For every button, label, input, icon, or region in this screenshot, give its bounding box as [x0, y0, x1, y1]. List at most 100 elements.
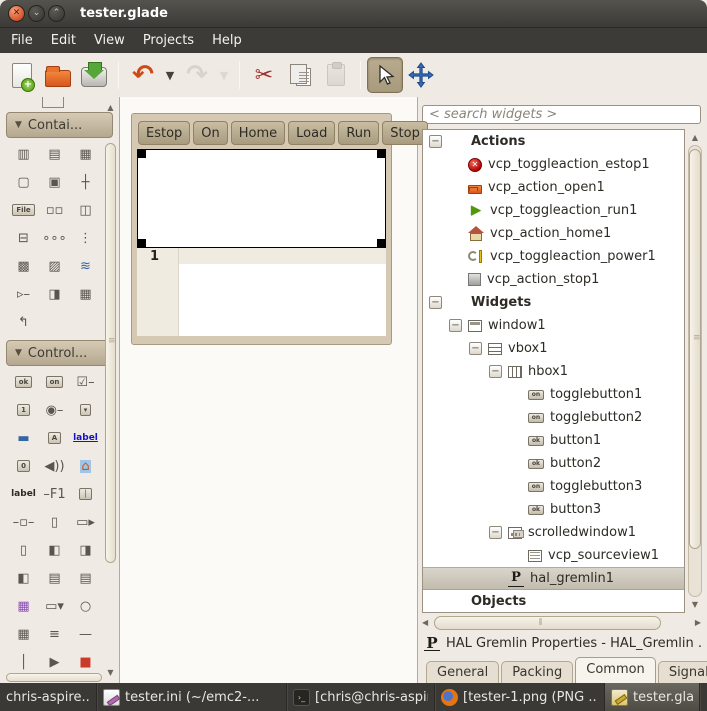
palette-item-hbutton-box[interactable]: ▫▫ [39, 196, 70, 224]
palette-item-notebook[interactable]: ▦ [70, 280, 101, 308]
palette-item-frame[interactable]: ▢ [8, 168, 39, 196]
palette-item-layout[interactable]: ▨ [39, 252, 70, 280]
palette-item-vbox[interactable]: ▤ [39, 140, 70, 168]
hal-gremlin-widget[interactable] [137, 149, 386, 248]
tree-row-togglebutton1[interactable]: ontogglebutton1 [423, 383, 684, 406]
scroll-up-icon[interactable]: ▲ [687, 133, 703, 142]
menu-projects[interactable]: Projects [134, 30, 203, 51]
tab-signals[interactable]: Signals [658, 661, 707, 683]
palette-section-containers[interactable]: ▼Contai... [6, 112, 113, 138]
menu-help[interactable]: Help [203, 30, 251, 51]
tree-row-widgets[interactable]: −Widgets [423, 291, 684, 314]
palette-item-hpaned[interactable]: ◫ [70, 196, 101, 224]
palette-item-text-entry[interactable]: │ [70, 480, 101, 508]
palette-item-table[interactable]: ▦ [70, 140, 101, 168]
palette-item-hline[interactable]: — [70, 620, 101, 648]
palette-item-text-view[interactable]: ▤ [39, 564, 70, 592]
palette-item-offset[interactable]: ↰ [8, 308, 39, 336]
palette-item-accel-label[interactable]: –F1 [39, 480, 70, 508]
taskbar-item-4[interactable]: [tester-1.png (PNG ... [435, 683, 605, 711]
close-window-icon[interactable]: ✕ [8, 5, 25, 22]
palette-item-icon-view[interactable]: ▦ [8, 592, 39, 620]
scrollbar-thumb[interactable] [105, 143, 116, 563]
scrollbar-thumb[interactable] [689, 149, 701, 549]
tree-row-button3[interactable]: okbutton3 [423, 498, 684, 521]
menu-edit[interactable]: Edit [42, 30, 85, 51]
palette-section-controls[interactable]: ▼Control... [6, 340, 113, 366]
palette-hscrollbar-thumb[interactable] [6, 673, 102, 682]
tree-row-vbox1[interactable]: −vbox1 [423, 337, 684, 360]
palette-item-drawing-area[interactable]: ■ [70, 648, 101, 676]
cut-button[interactable]: ✂ [246, 57, 282, 93]
palette-item-hseparator[interactable]: ○ [70, 592, 101, 620]
expander-icon[interactable]: − [449, 319, 462, 332]
paste-button[interactable] [318, 57, 354, 93]
tree-row-vcp-action-open1[interactable]: vcp_action_open1 [423, 176, 684, 199]
expander-icon[interactable]: − [429, 135, 442, 148]
tab-common[interactable]: Common [575, 657, 656, 683]
palette-item-arrow[interactable]: ▶ [39, 648, 70, 676]
taskbar-item-3[interactable]: ›_[chris@chris-aspire... [287, 683, 435, 711]
palette-item-fixed[interactable]: ┼ [70, 168, 101, 196]
design-button-estop[interactable]: Estop [138, 121, 190, 145]
design-button-on[interactable]: On [193, 121, 227, 145]
palette-item-progress-bar[interactable]: ◧ [39, 536, 70, 564]
new-button[interactable] [4, 57, 40, 93]
tree-row-vcp-toggleaction-estop1[interactable]: ✕vcp_toggleaction_estop1 [423, 153, 684, 176]
palette-item-combo-box[interactable]: ▾ [70, 396, 101, 424]
palette-item-vscale[interactable]: ▯ [39, 508, 70, 536]
palette-item-entry[interactable]: ▬ [8, 424, 39, 452]
scroll-right-icon[interactable]: ▶ [695, 618, 701, 627]
palette-item-viewport[interactable]: ◨ [39, 280, 70, 308]
tree-row-vcp-action-stop1[interactable]: vcp_action_stop1 [423, 268, 684, 291]
palette-item-alignment[interactable]: ▣ [39, 168, 70, 196]
palette-item-text-view-2[interactable]: ▤ [70, 564, 101, 592]
palette-item-toolbar[interactable]: ▩ [8, 252, 39, 280]
selection-handle[interactable] [377, 239, 385, 247]
palette-item-hscale[interactable]: –▫– [8, 508, 39, 536]
palette-item-statusbar[interactable]: ◧ [8, 564, 39, 592]
palette-item-button[interactable]: ok [8, 368, 39, 396]
design-button-run[interactable]: Run [338, 121, 379, 145]
select-button[interactable] [367, 57, 403, 93]
selection-handle[interactable] [138, 239, 146, 247]
redo-button[interactable]: ↷ [179, 57, 215, 93]
drag-resize-button[interactable] [403, 57, 439, 93]
palette-item-radio-button[interactable]: ◉– [39, 396, 70, 424]
palette-item-font-button[interactable]: A [39, 424, 70, 452]
palette-item-toggle-button[interactable]: on [39, 368, 70, 396]
scroll-down-icon[interactable]: ▼ [104, 668, 117, 677]
palette-item-hscrollbar[interactable]: ▭▸ [70, 508, 101, 536]
tree-row-togglebutton2[interactable]: ontogglebutton2 [423, 406, 684, 429]
palette-item-text-buffer[interactable]: ≋ [70, 252, 101, 280]
palette-item-vseparator-menu[interactable]: ⋮ [70, 224, 101, 252]
tree-row-hal-gremlin1[interactable]: Phal_gremlin1 [423, 567, 684, 590]
palette-item-calendar[interactable]: ▦ [8, 620, 39, 648]
tree-row-scrolledwindow1[interactable]: −scrolledwindow1 [423, 521, 684, 544]
tree-row-objects[interactable]: Objects [423, 590, 684, 613]
save-button[interactable] [76, 57, 112, 93]
design-canvas[interactable]: EstopOnHomeLoadRunStop 1 [120, 97, 418, 683]
expander-icon[interactable]: − [489, 365, 502, 378]
taskbar-item-5[interactable]: tester.gla... [605, 683, 700, 711]
palette-item-link-button[interactable]: label [70, 424, 101, 452]
design-button-load[interactable]: Load [288, 121, 335, 145]
expander-icon[interactable]: − [429, 296, 442, 309]
palette-item-tree-view[interactable]: ≡ [39, 620, 70, 648]
tree-row-button2[interactable]: okbutton2 [423, 452, 684, 475]
vertical-scrollbar[interactable]: ▲ ▼ [687, 129, 703, 613]
maximize-window-icon[interactable]: ⌃ [48, 5, 65, 22]
tab-general[interactable]: General [426, 661, 499, 683]
scroll-left-icon[interactable]: ◀ [422, 618, 428, 627]
palette-item-check-button[interactable]: ☑– [70, 368, 101, 396]
open-button[interactable] [40, 57, 76, 93]
palette-item-vpaned[interactable]: ⊟ [8, 224, 39, 252]
designed-window-preview[interactable]: EstopOnHomeLoadRunStop 1 [131, 113, 392, 345]
search-input[interactable] [422, 105, 701, 124]
tree-row-vcp-toggleaction-power1[interactable]: vcp_toggleaction_power1 [423, 245, 684, 268]
selection-handle[interactable] [138, 150, 146, 158]
menu-file[interactable]: File [2, 30, 42, 51]
palette-item-hbox[interactable]: ▥ [8, 140, 39, 168]
copy-button[interactable] [282, 57, 318, 93]
palette-item-filechooser-button[interactable]: File [8, 196, 39, 224]
